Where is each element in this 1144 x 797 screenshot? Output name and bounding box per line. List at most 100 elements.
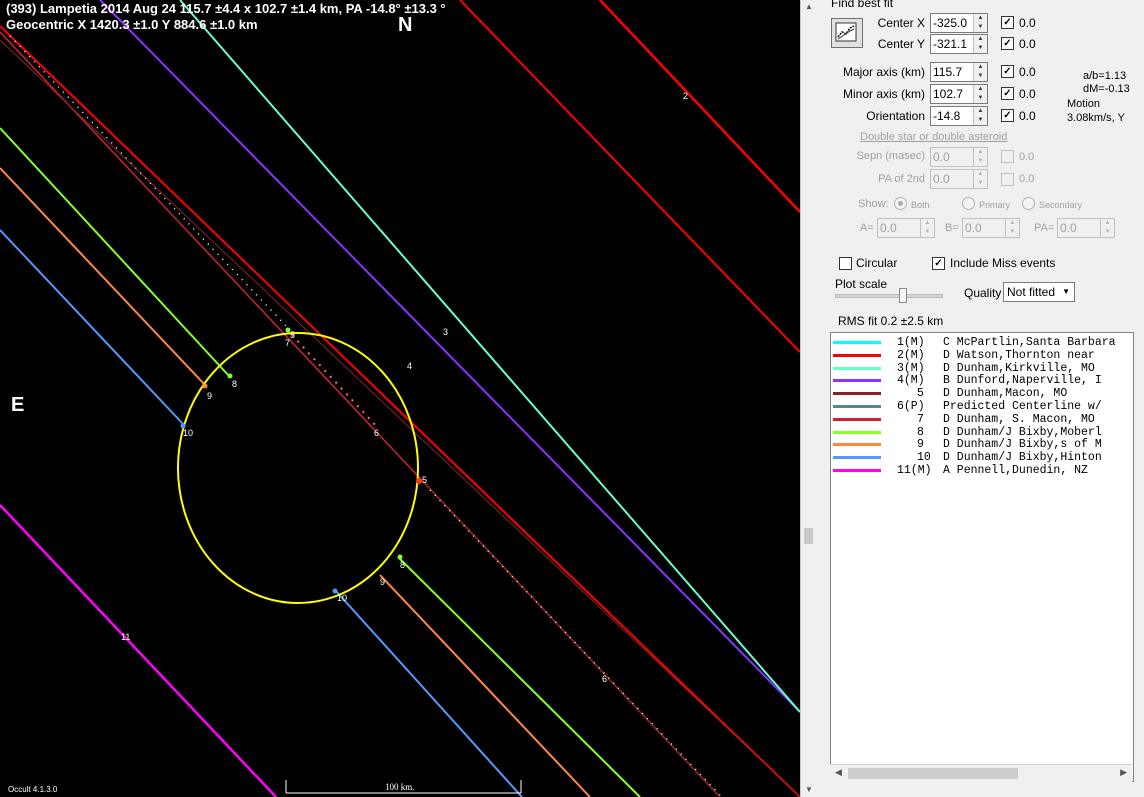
scroll-up-icon[interactable]: ▲ <box>801 0 817 14</box>
legend-number: 1(M) <box>897 336 925 349</box>
legend-row[interactable]: 6(P) Predicted Centerline w/ <box>831 400 1133 413</box>
fit-row-input[interactable]: -14.8 ▲ ▼ <box>930 106 988 126</box>
sepn-checkbox[interactable] <box>1001 150 1014 163</box>
legend-number: 11(M) <box>897 464 932 477</box>
chord-label-6-lower: 6 <box>602 674 607 684</box>
fit-row-checkbox[interactable]: ✓ <box>1001 109 1014 122</box>
chord-label-2: 2 <box>683 91 688 101</box>
chord-line-9-left <box>0 167 207 387</box>
legend-text: D Dunham, S. Macon, MO <box>943 412 1095 426</box>
scroll-left-icon[interactable]: ◀ <box>835 767 842 778</box>
chord-label-9: 9 <box>207 391 212 401</box>
legend-row[interactable]: 2(M) D Watson,Thornton near <box>831 348 1133 362</box>
scroll-right-icon[interactable]: ▶ <box>1120 767 1127 778</box>
legend-row[interactable]: 9 D Dunham/J Bixby,s of M <box>831 438 1133 452</box>
plot-scale-knob[interactable] <box>899 288 907 303</box>
show-both-label: Both <box>911 200 930 210</box>
chord-label-6: 6 <box>374 428 379 438</box>
chord-label-9-right: 9 <box>380 577 385 587</box>
legend-number: 6(P) <box>897 400 925 413</box>
legend-swatch <box>833 443 881 447</box>
legend-text: D Watson,Thornton near <box>943 348 1095 362</box>
chord-label-10: 10 <box>183 428 193 438</box>
fit-row-input[interactable]: 102.7 ▲ ▼ <box>930 84 988 104</box>
chord-plot-svg: 2 3 4 5 6 7 8 9 10 11 5 8 9 10 6 <box>0 0 800 797</box>
legend-scroll-thumb[interactable] <box>848 768 1018 779</box>
chord-line-5 <box>0 39 800 797</box>
chevron-down-icon: ▼ <box>1062 287 1070 296</box>
legend-row[interactable]: 5 D Dunham,Macon, MO <box>831 387 1133 401</box>
legend-text: D Dunham,Macon, MO <box>943 387 1068 401</box>
fit-row-checkbox[interactable]: ✓ <box>1001 87 1014 100</box>
legend-swatch <box>833 379 881 383</box>
fit-row-weight: 0.0 <box>1019 109 1036 123</box>
legend-row[interactable]: 8 D Dunham/J Bixby,Moberl <box>831 426 1133 439</box>
double-star-link[interactable]: Double star or double asteroid <box>860 131 1007 143</box>
pa2-input[interactable]: 0.0 ▲ ▼ <box>930 169 988 189</box>
plot-scale-slider[interactable] <box>835 288 943 303</box>
show-both-radio[interactable] <box>894 197 907 210</box>
include-miss-label: Include Miss events <box>950 256 1056 270</box>
show-primary-radio[interactable] <box>962 197 975 210</box>
sepn-weight: 0.0 <box>1019 151 1035 163</box>
scroll-thumb[interactable] <box>804 528 813 544</box>
plot-geocentric: Geocentric X 1420.3 ±1.0 Y 884.6 ±1.0 km <box>6 17 258 32</box>
chord-line-10-left <box>0 229 185 426</box>
fit-row-label: Minor axis (km) <box>842 87 925 101</box>
fit-row-label: Major axis (km) <box>842 65 925 79</box>
circular-checkbox[interactable] <box>839 257 852 270</box>
pa2-label: PA of 2nd <box>878 173 925 185</box>
delta-mag: dM=-0.13 <box>1083 83 1130 95</box>
fit-row-checkbox[interactable]: ✓ <box>1001 37 1014 50</box>
chord-line-8-left <box>0 127 231 378</box>
legend-row[interactable]: 4(M) B Dunford,Naperville, I <box>831 374 1133 387</box>
legend-swatch <box>833 366 881 370</box>
legend-number: 7 <box>917 412 924 426</box>
legend-horizontal-scrollbar[interactable]: ◀ ▶ <box>830 764 1132 782</box>
event-marker <box>227 373 233 379</box>
fit-row-weight: 0.0 <box>1019 37 1036 51</box>
legend-row[interactable]: 11(M) A Pennell,Dunedin, NZ <box>831 464 1133 477</box>
legend-number: 5 <box>917 387 924 401</box>
chord-line-2 <box>599 0 800 213</box>
pa-input[interactable]: 0.0 ▲ ▼ <box>1057 218 1115 238</box>
legend-text: Predicted Centerline w/ <box>943 400 1102 413</box>
pa2-checkbox[interactable] <box>1001 173 1014 186</box>
legend-text: C McPartlin,Santa Barbara <box>943 336 1116 349</box>
fit-row-checkbox[interactable]: ✓ <box>1001 65 1014 78</box>
fit-row-input[interactable]: -321.1 ▲ ▼ <box>930 34 988 54</box>
legend-text: D Dunham/J Bixby,s of M <box>943 438 1102 452</box>
legend-row[interactable]: 10 D Dunham/J Bixby,Hinton <box>831 451 1133 464</box>
observer-legend[interactable]: 1(M) C McPartlin,Santa Barbara 2(M) D Wa… <box>830 332 1134 782</box>
vertical-scrollbar[interactable]: ▲ ▼ <box>800 0 817 797</box>
legend-text: A Pennell,Dunedin, NZ <box>943 464 1088 477</box>
legend-swatch <box>833 353 881 357</box>
legend-swatch <box>833 392 881 396</box>
asteroid-profile-ellipse <box>177 332 419 604</box>
find-best-fit-label: Find best fit <box>831 0 894 10</box>
legend-row[interactable]: 3(M) D Dunham,Kirkville, MO <box>831 362 1133 375</box>
legend-row[interactable]: 1(M) C McPartlin,Santa Barbara <box>831 336 1133 349</box>
b-input[interactable]: 0.0 ▲ ▼ <box>962 218 1020 238</box>
fit-row-input[interactable]: -325.0 ▲ ▼ <box>930 13 988 33</box>
quality-select[interactable]: Not fitted ▼ <box>1003 282 1075 302</box>
fit-row-input[interactable]: 115.7 ▲ ▼ <box>930 62 988 82</box>
chord-label-5: 5 <box>290 330 295 340</box>
plot-title: (393) Lampetia 2014 Aug 24 115.7 ±4.4 x … <box>6 1 446 16</box>
fit-row-weight: 0.0 <box>1019 65 1036 79</box>
a-input[interactable]: 0.0 ▲ ▼ <box>877 218 935 238</box>
legend-row[interactable]: 7 D Dunham, S. Macon, MO <box>831 412 1133 426</box>
scroll-down-icon[interactable]: ▼ <box>801 783 817 797</box>
sepn-input[interactable]: 0.0 ▲ ▼ <box>930 147 988 167</box>
occultation-plot[interactable]: 2 3 4 5 6 7 8 9 10 11 5 8 9 10 6 (393) Lampetia 2014 A… <box>0 0 800 797</box>
chord-line-11 <box>0 504 277 797</box>
quality-label: Quality <box>964 286 1002 300</box>
legend-swatch <box>833 405 881 408</box>
east-label: E <box>11 394 25 416</box>
show-secondary-radio[interactable] <box>1022 197 1035 210</box>
legend-swatch <box>833 430 881 434</box>
fit-row-checkbox[interactable]: ✓ <box>1001 16 1014 29</box>
rms-fit: RMS fit 0.2 ±2.5 km <box>838 314 944 328</box>
include-miss-checkbox[interactable]: ✓ <box>932 257 945 270</box>
sepn-label: Sepn (masec) <box>856 150 925 162</box>
